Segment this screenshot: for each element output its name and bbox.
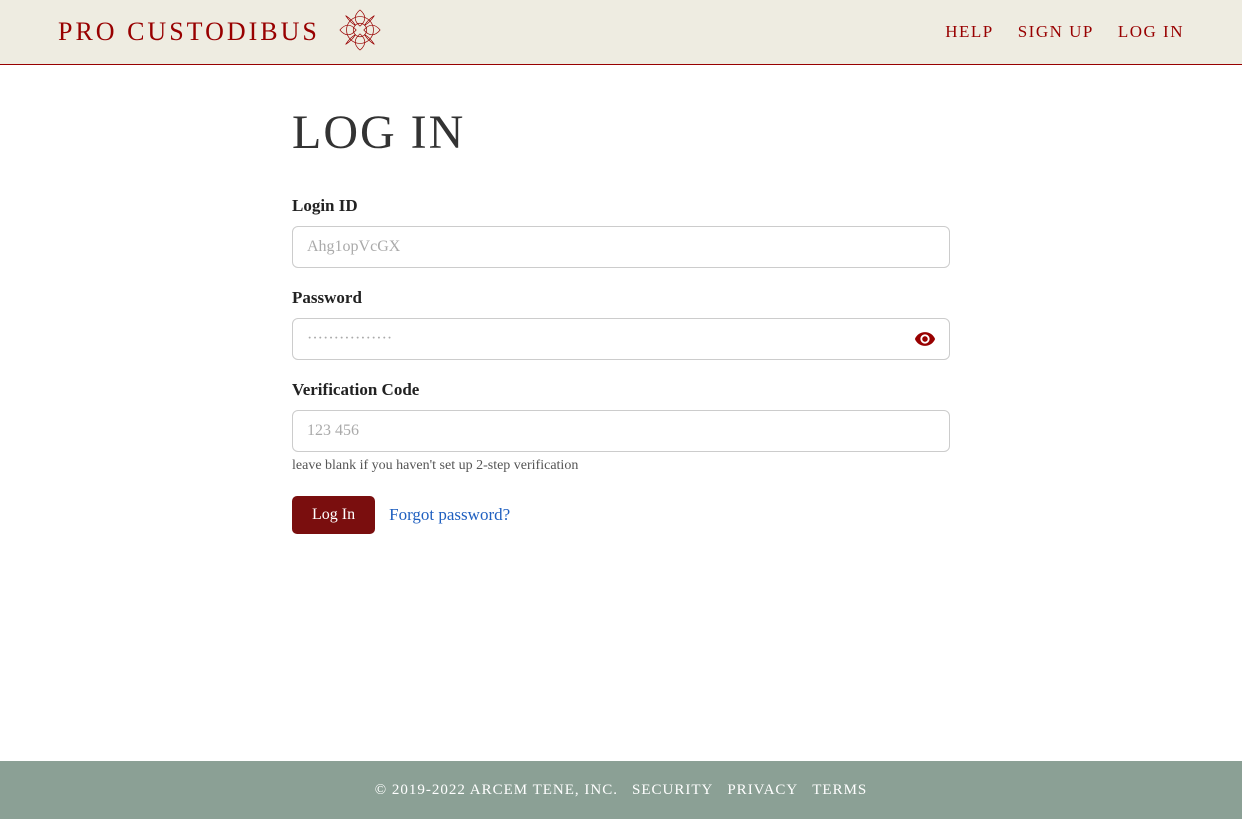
brand-name: PRO CUSTODIBUS — [58, 17, 320, 47]
login-id-group: Login ID — [292, 196, 950, 268]
login-id-label: Login ID — [292, 196, 950, 216]
main-content: LOG IN Login ID Password Verification Co… — [0, 65, 1242, 761]
login-id-input[interactable] — [292, 226, 950, 268]
password-label: Password — [292, 288, 950, 308]
form-actions: Log In Forgot password? — [292, 496, 950, 534]
nav-help[interactable]: HELP — [945, 22, 994, 42]
login-form: LOG IN Login ID Password Verification Co… — [292, 105, 950, 761]
password-wrapper — [292, 318, 950, 360]
nav-login[interactable]: LOG IN — [1118, 22, 1184, 42]
footer: © 2019-2022 ARCEM TENE, INC. SECURITY PR… — [0, 761, 1242, 819]
nav-signup[interactable]: SIGN UP — [1018, 22, 1094, 42]
nav-links: HELP SIGN UP LOG IN — [945, 22, 1184, 42]
password-group: Password — [292, 288, 950, 360]
verification-input[interactable] — [292, 410, 950, 452]
verification-help-text: leave blank if you haven't set up 2-step… — [292, 458, 950, 474]
verification-label: Verification Code — [292, 380, 950, 400]
verification-group: Verification Code leave blank if you hav… — [292, 380, 950, 474]
password-input[interactable] — [292, 318, 950, 360]
footer-privacy-link[interactable]: PRIVACY — [727, 782, 798, 799]
logo-icon — [336, 6, 384, 59]
page-title: LOG IN — [292, 105, 950, 160]
forgot-password-link[interactable]: Forgot password? — [389, 505, 510, 525]
show-password-icon[interactable] — [914, 328, 936, 350]
logo-area[interactable]: PRO CUSTODIBUS — [58, 6, 384, 59]
footer-copyright: © 2019-2022 ARCEM TENE, INC. — [375, 782, 618, 799]
footer-security-link[interactable]: SECURITY — [632, 782, 713, 799]
login-button[interactable]: Log In — [292, 496, 375, 534]
footer-terms-link[interactable]: TERMS — [812, 782, 867, 799]
header: PRO CUSTODIBUS HELP SIGN UP LOG IN — [0, 0, 1242, 65]
